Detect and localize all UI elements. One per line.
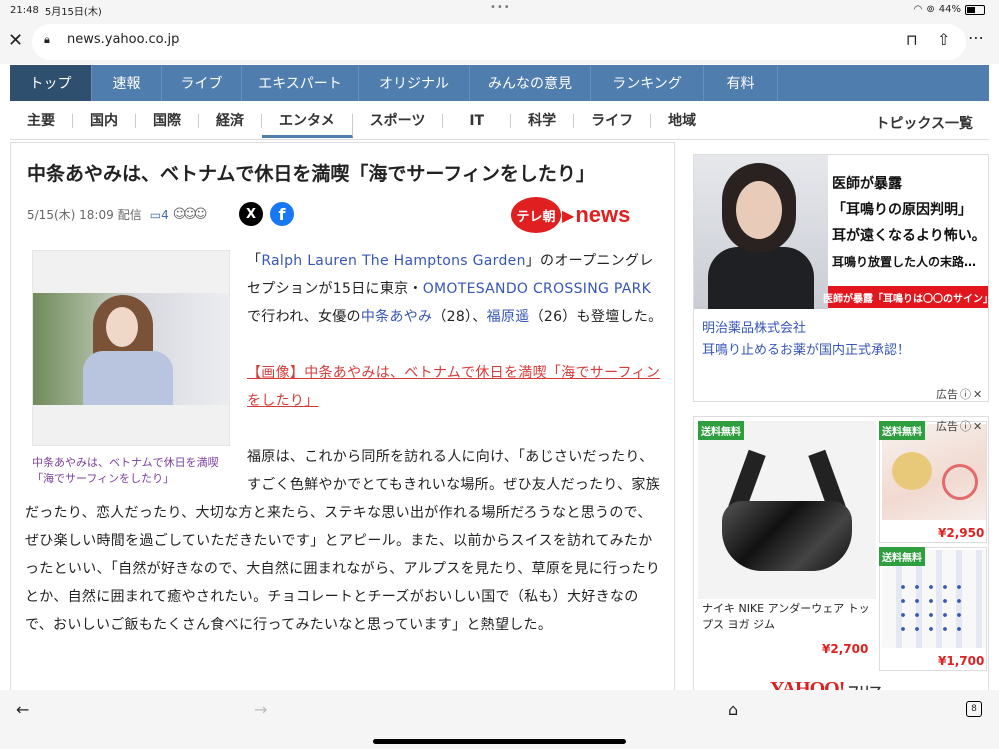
facebook-share-icon[interactable]: f — [270, 202, 294, 226]
ad-label[interactable]: 広告 ⓘ ✕ — [936, 386, 982, 402]
home-indicator[interactable] — [373, 739, 626, 744]
back-icon[interactable]: ← — [16, 700, 29, 719]
status-date: 5月15日(木) — [44, 6, 102, 18]
article: 中条あやみは、ベトナムで休日を満喫「海でサーフィンをしたり」 5/15(木) 1… — [10, 142, 675, 690]
publisher-logo-circle: テレ朝 — [511, 197, 561, 233]
article-date-suffix: 配信 — [117, 208, 142, 222]
comment-count: 4 — [161, 207, 169, 222]
ad-copy-line: 耳が遠くなるより怖い。 — [832, 228, 986, 244]
comment-icon: ▭ — [149, 207, 162, 222]
topics-list-link[interactable]: トピックス一覧 — [875, 113, 973, 133]
browser-address-area: ✕ 🔒︎ news.yahoo.co.jp ⊓ ⇧ ⋯ — [0, 20, 999, 64]
product-price: ¥2,700 — [822, 642, 869, 656]
ad-flea-market: 送料無料 ナイキ NIKE アンダーウェア トップス ヨガ ジム ¥2,700 … — [693, 416, 989, 690]
article-title: 中条あやみは、ベトナムで休日を満喫「海でサーフィンをしたり」 — [27, 163, 595, 185]
status-bar: 21:48 5月15日(木) ••• ◠ ⊚ 44% — [0, 0, 999, 20]
category-world[interactable]: 国際 — [136, 113, 199, 128]
wifi-icon: ◠ — [913, 4, 923, 15]
free-shipping-badge: 送料無料 — [879, 421, 925, 440]
x-share-icon[interactable]: X — [239, 202, 263, 226]
link-fukuhara-haruka[interactable]: 福原遥 — [487, 309, 530, 325]
battery-icon — [965, 4, 985, 15]
battery-percent: 44% — [938, 4, 961, 15]
gnav-live[interactable]: ライブ — [162, 65, 242, 101]
category-economy[interactable]: 経済 — [199, 113, 262, 128]
share-icon[interactable]: ⇧ — [937, 30, 950, 49]
global-nav: トップ 速報 ライブ エキスパート オリジナル みんなの意見 ランキング 有料 — [10, 65, 989, 101]
link-omotesando[interactable]: OMOTESANDO CROSSING PARK — [423, 281, 651, 297]
gnav-paid[interactable]: 有料 — [704, 65, 778, 101]
link-ralph-lauren[interactable]: Ralph Lauren The Hamptons Garden — [261, 253, 525, 269]
info-icon[interactable]: ⓘ — [960, 386, 971, 402]
info-icon[interactable]: ⓘ — [960, 418, 971, 434]
category-entertainment[interactable]: エンタメ — [262, 113, 353, 138]
bookmark-icon[interactable]: ⊓ — [906, 31, 918, 49]
more-icon[interactable]: ⋯ — [968, 28, 984, 47]
product-title[interactable]: ナイキ NIKE アンダーウェア トップス ヨガ ジム — [702, 601, 872, 633]
ad-headline[interactable]: 耳鳴り止めるお薬が国内正式承認！ — [702, 339, 910, 358]
article-meta: 5/15(木) 18:09 配信 ▭4 ☺☺☺ — [27, 206, 208, 223]
product-image-main[interactable] — [698, 421, 876, 599]
article-photo[interactable] — [32, 250, 230, 446]
gnav-top[interactable]: トップ — [10, 65, 92, 101]
ad-hearing[interactable]: 医師が暴露 「耳鳴りの原因判明」 耳が遠くなるより怖い。 耳鳴り放置した人の末路… — [693, 154, 993, 402]
close-icon[interactable]: ✕ — [8, 30, 23, 51]
category-it[interactable]: IT — [443, 113, 512, 128]
free-shipping-badge: 送料無料 — [698, 421, 744, 440]
tabs-icon[interactable]: 8 — [966, 701, 982, 717]
category-science[interactable]: 科学 — [511, 113, 575, 128]
play-arrow-icon: ▶ — [562, 205, 575, 225]
category-nav: 主要 国内 国際 経済 エンタメ スポーツ IT 科学 ライフ 地域 トピックス… — [10, 102, 989, 140]
link-nakajo-ayami[interactable]: 中条あやみ — [361, 309, 433, 325]
product-price: ¥1,700 — [938, 654, 985, 668]
close-ad-icon[interactable]: ✕ — [973, 420, 982, 433]
product-price: ¥2,950 — [938, 526, 985, 540]
comments-link[interactable]: ▭4 — [150, 208, 169, 222]
home-icon[interactable]: ⌂ — [728, 700, 738, 719]
gnav-ranking[interactable]: ランキング — [591, 65, 704, 101]
category-main[interactable]: 主要 — [10, 113, 73, 128]
lock-icon: 🔒︎ — [44, 33, 50, 46]
multitask-dots-icon[interactable]: ••• — [490, 2, 511, 13]
publisher-logo[interactable]: テレ朝 ▶ news — [511, 197, 630, 233]
status-time: 21:48 — [10, 4, 39, 16]
ad-band: 医師が暴露「耳鳴りは〇〇のサイン」 — [823, 286, 993, 308]
ad-label[interactable]: 広告 ⓘ ✕ — [936, 418, 982, 434]
close-ad-icon[interactable]: ✕ — [973, 388, 982, 401]
category-life[interactable]: ライフ — [574, 113, 652, 128]
photo-caption[interactable]: 中条あやみは、ベトナムで休日を満喫「海でサーフィンをしたり」 — [32, 455, 230, 487]
ad-doctor-image — [694, 155, 828, 309]
category-domestic[interactable]: 国内 — [73, 113, 136, 128]
gnav-original[interactable]: オリジナル — [359, 65, 470, 101]
browser-toolbar: ← → ⌂ 8 — [0, 690, 999, 749]
ad-copy-line: 「耳鳴りの原因判明」 — [832, 202, 972, 218]
ad-copy-line: 耳鳴り放置した人の末路… — [832, 255, 977, 269]
forward-icon[interactable]: → — [254, 700, 267, 719]
gnav-expert[interactable]: エキスパート — [242, 65, 359, 101]
gnav-breaking[interactable]: 速報 — [92, 65, 162, 101]
ad-copy-line: 医師が暴露 — [832, 176, 902, 192]
gnav-opinion[interactable]: みんなの意見 — [470, 65, 591, 101]
publisher-logo-text: news — [575, 202, 631, 227]
article-date: 5/15(木) 18:09 — [27, 208, 114, 222]
location-icon: ⊚ — [926, 4, 935, 15]
reaction-faces-icon[interactable]: ☺☺☺ — [173, 207, 208, 222]
category-local[interactable]: 地域 — [651, 114, 713, 128]
free-shipping-badge: 送料無料 — [879, 547, 925, 566]
url-text[interactable]: news.yahoo.co.jp — [67, 32, 179, 47]
category-sports[interactable]: スポーツ — [353, 113, 444, 128]
ad-sponsor[interactable]: 明治薬品株式会社 — [702, 317, 806, 336]
image-gallery-link[interactable]: 【画像】中条あやみは、ベトナムで休日を満喫「海でサーフィンをしたり」 — [247, 365, 660, 409]
